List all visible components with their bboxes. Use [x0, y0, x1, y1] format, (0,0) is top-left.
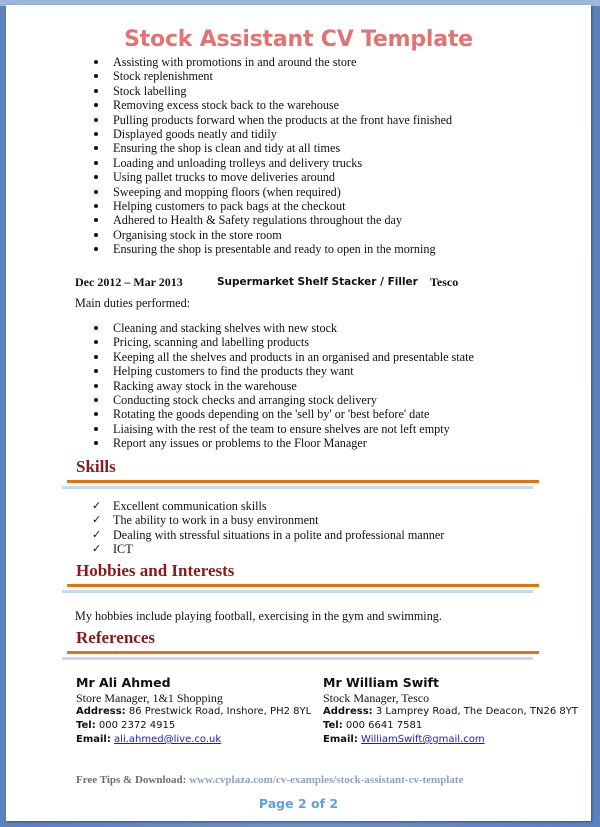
document-page: Stock Assistant CV Template Assisting wi…	[6, 5, 591, 821]
list-item: Liaising with the rest of the team to en…	[90, 422, 474, 436]
bullet-icon	[94, 60, 98, 64]
document-title: Stock Assistant CV Template	[124, 27, 473, 52]
reference-name: Mr Ali Ahmed	[76, 675, 171, 690]
reference-address: Address: 3 Lamprey Road, The Deacon, TN2…	[323, 706, 578, 717]
duties-label: Main duties performed:	[75, 296, 191, 310]
list-item: Organising stock in the store room	[90, 228, 452, 242]
list-item: Ensuring the shop is presentable and rea…	[90, 242, 452, 256]
hobbies-heading: Hobbies and Interests	[76, 561, 235, 580]
bullet-icon	[94, 247, 98, 252]
hobbies-text: My hobbies include playing football, exe…	[75, 609, 442, 623]
reference-tel: Tel: 000 2372 4915	[76, 720, 176, 731]
job-company: Tesco	[430, 275, 459, 289]
section-divider-orange	[67, 584, 539, 587]
email-link[interactable]: WilliamSwift@gmail.com	[361, 734, 485, 745]
reference-card: Mr William Swift Stock Manager, Tesco Ad…	[323, 675, 578, 747]
bullet-icon	[94, 398, 98, 403]
reference-tel: Tel: 000 6641 7581	[323, 720, 423, 731]
job-dates: Dec 2012 – Mar 2013	[75, 275, 183, 289]
bullet-icon	[94, 412, 98, 417]
list-item: Sweeping and mopping floors (when requir…	[90, 185, 452, 199]
bullet-icon	[94, 117, 98, 122]
references-heading: References	[76, 628, 155, 647]
list-item: ✓ The ability to work in a busy environme…	[92, 513, 319, 528]
skills-list: ✓ Excellent communication skills ✓ The abi…	[90, 499, 444, 557]
section-divider-blue	[62, 486, 533, 489]
bullet-icon	[94, 132, 98, 137]
previous-duties-list: Assisting with promotions in and around …	[90, 55, 452, 257]
section-divider-orange	[67, 480, 539, 483]
list-item: ✓ Excellent communication skills	[92, 499, 267, 513]
section-divider-blue	[62, 590, 533, 593]
bullet-icon	[94, 189, 98, 194]
bullet-icon	[94, 441, 98, 446]
job-duties-list: Cleaning and stacking shelves with new s…	[90, 321, 474, 451]
bullet-icon	[94, 103, 98, 108]
list-item: Stock labelling	[90, 84, 452, 98]
bullet-icon	[94, 146, 98, 151]
footer-tips-link[interactable]: www.cvplaza.com/cv-examples/stock-assist…	[189, 774, 463, 786]
bullet-icon	[94, 354, 98, 359]
bullet-icon	[94, 175, 98, 180]
list-item: Displayed goods neatly and tidily	[90, 127, 452, 141]
list-item: ✓ ICT	[92, 542, 133, 557]
reference-name: Mr William Swift	[323, 675, 439, 690]
list-item: Report any issues or problems to the Flo…	[90, 436, 474, 450]
list-item: Removing excess stock back to the wareho…	[90, 98, 452, 112]
list-item: Cleaning and stacking shelves with new s…	[90, 321, 474, 335]
bullet-icon	[94, 369, 98, 374]
bullet-icon	[94, 74, 98, 79]
list-item: Helping customers to pack bags at the ch…	[90, 199, 452, 213]
reference-card: Mr Ali Ahmed Store Manager, 1&1 Shopping…	[76, 675, 311, 747]
bullet-icon	[94, 232, 98, 237]
list-item: Pulling products forward when the produc…	[90, 113, 452, 127]
list-item: Conducting stock checks and arranging st…	[90, 393, 474, 407]
bullet-icon	[94, 383, 98, 388]
checkmark-icon: ✓	[92, 499, 102, 512]
reference-role: Stock Manager, Tesco	[323, 691, 430, 705]
bullet-icon	[94, 204, 98, 209]
list-item: Adhered to Health & Safety regulations t…	[90, 213, 452, 227]
list-item: Keeping all the shelves and products in …	[90, 350, 474, 364]
skills-heading: Skills	[76, 457, 116, 476]
list-item: Loading and unloading trolleys and deliv…	[90, 156, 452, 170]
list-item: Helping customers to find the products t…	[90, 364, 474, 378]
bullet-icon	[94, 340, 98, 345]
checkmark-icon: ✓	[92, 527, 102, 541]
list-item: Racking away stock in the warehouse	[90, 379, 474, 393]
page-number: Page 2 of 2	[258, 796, 339, 811]
bullet-icon	[94, 88, 98, 93]
bullet-icon	[94, 218, 98, 223]
bullet-icon	[94, 326, 98, 330]
footer-tips-label: Free Tips & Download:	[76, 774, 187, 786]
bullet-icon	[94, 160, 98, 165]
checkmark-icon: ✓	[92, 513, 102, 527]
list-item: Rotating the goods depending on the 'sel…	[90, 407, 474, 421]
list-item: Using pallet trucks to move deliveries a…	[90, 170, 452, 184]
list-item: Assisting with promotions in and around …	[90, 55, 452, 69]
list-item: Pricing, scanning and labelling products	[90, 335, 474, 349]
footer-tips: Free Tips & Download: www.cvplaza.com/cv…	[76, 773, 463, 787]
job-title: Supermarket Shelf Stacker / Filler	[217, 276, 418, 288]
list-item: Ensuring the shop is clean and tidy at a…	[90, 141, 452, 155]
list-item: ✓ Dealing with stressful situations in a …	[92, 527, 445, 542]
checkmark-icon: ✓	[92, 542, 102, 556]
email-link[interactable]: ali.ahmed@live.co.uk	[114, 734, 221, 745]
reference-address: Address: 86 Prestwick Road, Inshore, PH2…	[76, 706, 312, 717]
reference-email: Email: WilliamSwift@gmail.com	[323, 734, 485, 745]
reference-role: Store Manager, 1&1 Shopping	[76, 691, 223, 705]
bullet-icon	[94, 426, 98, 431]
section-divider-blue	[62, 657, 533, 660]
list-item: Stock replenishment	[90, 69, 452, 83]
reference-email: Email: ali.ahmed@live.co.uk	[76, 734, 222, 745]
section-divider-orange	[67, 651, 539, 654]
